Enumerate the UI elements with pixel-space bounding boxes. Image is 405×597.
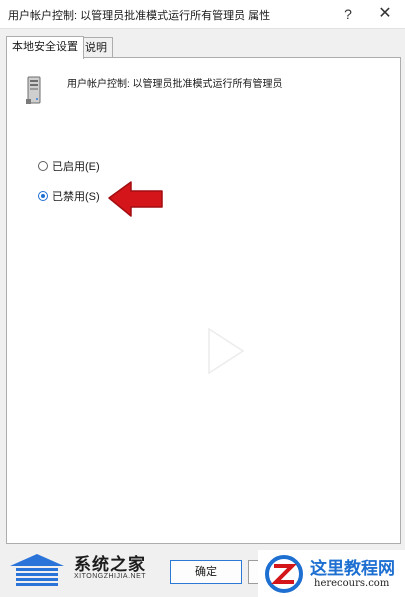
watermark-left-title: 系统之家 bbox=[74, 555, 146, 574]
policy-name: 用户帐户控制: 以管理员批准模式运行所有管理员 bbox=[67, 79, 283, 90]
tab-local-security-setting[interactable]: 本地安全设置 bbox=[6, 36, 84, 59]
title-bar: 用户帐户控制: 以管理员批准模式运行所有管理员 属性 ? ✕ bbox=[0, 0, 405, 29]
disabled-radio[interactable] bbox=[38, 191, 48, 201]
watermark-left-subtitle: XITONGZHIJIA.NET bbox=[74, 573, 147, 580]
red-arrow-pointer-icon bbox=[108, 181, 163, 217]
watermark-xitongzhijia: 系统之家 XITONGZHIJIA.NET bbox=[8, 546, 168, 594]
close-button[interactable]: ✕ bbox=[372, 3, 398, 25]
help-button[interactable]: ? bbox=[335, 3, 361, 25]
enabled-option[interactable]: 已启用(E) bbox=[38, 158, 100, 174]
disabled-option[interactable]: 已禁用(S) bbox=[38, 188, 100, 204]
tab-explain[interactable]: 说明 bbox=[80, 37, 113, 58]
ok-button[interactable]: 确定 bbox=[170, 560, 242, 584]
computer-policy-icon bbox=[26, 76, 41, 104]
disabled-label: 已禁用(S) bbox=[52, 191, 100, 203]
tab-panel: 用户帐户控制: 以管理员批准模式运行所有管理员 已启用(E) 已禁用(S) bbox=[6, 57, 401, 544]
watermark-right-title: 这里教程网 bbox=[310, 559, 395, 579]
enabled-radio[interactable] bbox=[38, 161, 48, 171]
watermark-herecours: 这里教程网 herecours.com bbox=[258, 550, 405, 597]
window-title: 用户帐户控制: 以管理员批准模式运行所有管理员 属性 bbox=[8, 10, 271, 22]
xitongzhijia-logo-icon bbox=[10, 554, 64, 586]
enabled-label: 已启用(E) bbox=[52, 161, 100, 173]
play-icon[interactable] bbox=[205, 326, 247, 376]
herecours-logo-icon bbox=[265, 555, 303, 593]
watermark-right-subtitle: herecours.com bbox=[314, 578, 390, 589]
